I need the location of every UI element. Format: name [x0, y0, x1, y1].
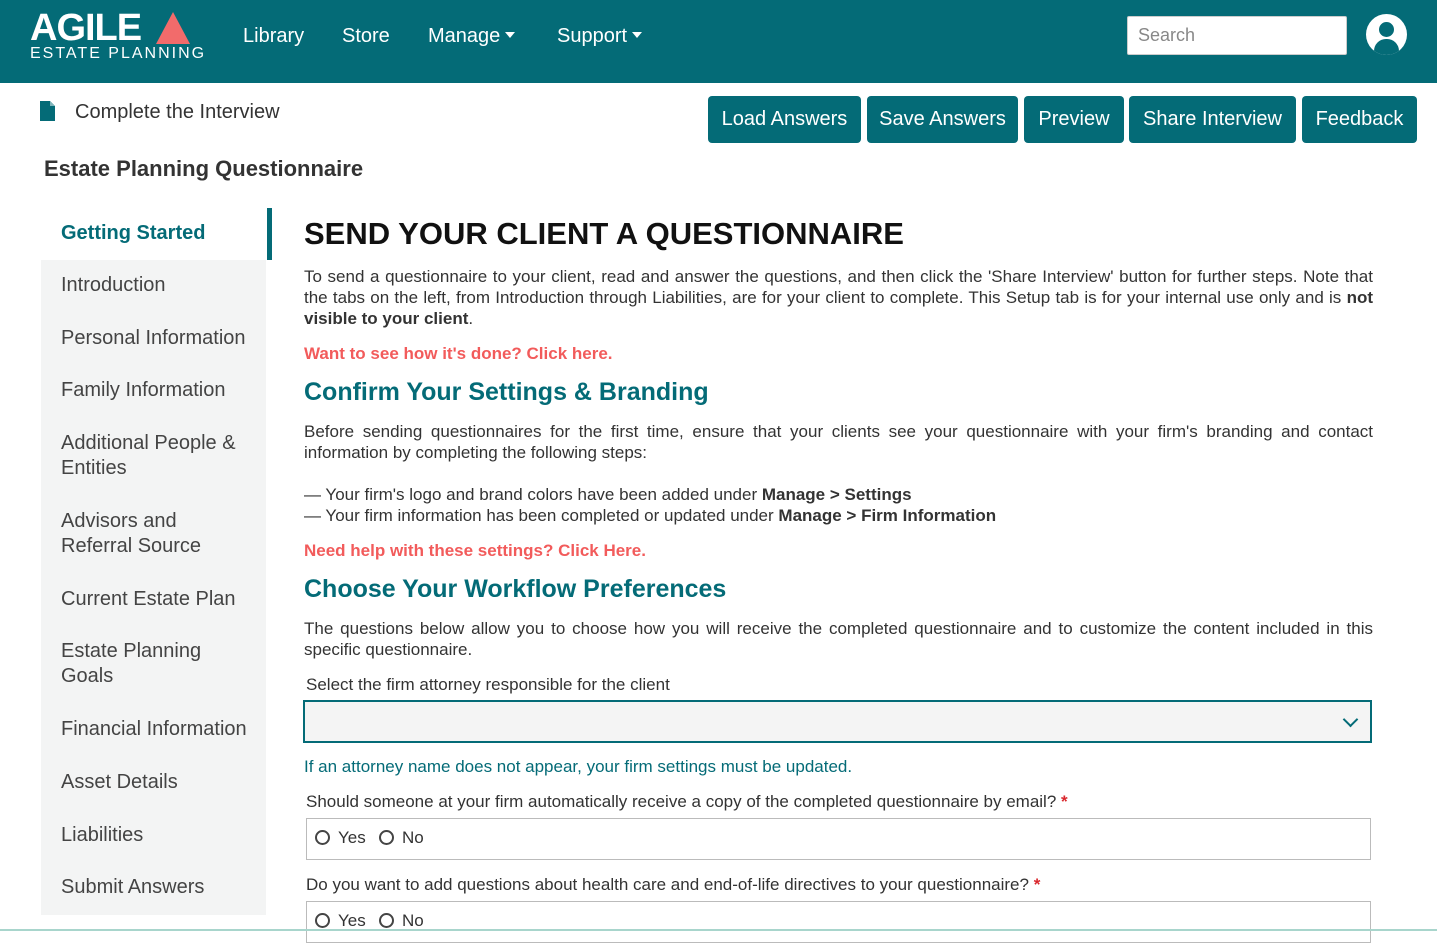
document-icon [40, 101, 55, 121]
nav-support-label: Support [557, 25, 628, 47]
step-logo-branding: — Your firm's logo and brand colors have… [304, 484, 912, 505]
step-text: — Your firm information has been complet… [304, 506, 779, 525]
question-text: Do you want to add questions about healt… [306, 875, 1029, 894]
logo-subtext: ESTATE PLANNING [30, 45, 207, 62]
sidebar-item-liabilities[interactable]: Liabilities [61, 823, 261, 848]
feedback-button[interactable]: Feedback [1302, 96, 1417, 143]
email-copy-yes-radio[interactable] [315, 830, 330, 845]
breadcrumb: Complete the Interview [75, 101, 280, 123]
help-settings-link[interactable]: Need help with these settings? Click Her… [304, 540, 646, 561]
sidebar-item-introduction[interactable]: Introduction [61, 273, 261, 298]
health-care-question: Do you want to add questions about healt… [306, 874, 1040, 895]
bottom-divider [0, 929, 1437, 931]
required-asterisk: * [1061, 792, 1068, 811]
sidebar-item-asset-details[interactable]: Asset Details [61, 770, 261, 795]
agile-logo[interactable]: AGILE ESTATE PLANNING [30, 7, 204, 68]
health-care-yes-label[interactable]: Yes [338, 910, 366, 931]
logo-wordmark: AGILE [30, 7, 142, 49]
sidebar-item-getting-started[interactable]: Getting Started [61, 221, 261, 246]
settings-paragraph: Before sending questionnaires for the fi… [304, 422, 1373, 462]
avatar-head [1379, 22, 1394, 37]
sidebar [41, 208, 266, 915]
workflow-heading: Choose Your Workflow Preferences [304, 575, 727, 603]
caret-down-icon [505, 31, 516, 38]
manage-settings-path: Manage > Settings [761, 485, 912, 504]
intro-text: To send a questionnaire to your client, … [304, 267, 1373, 307]
main-heading: SEND YOUR CLIENT A QUESTIONNAIRE [304, 216, 904, 251]
email-copy-no-radio[interactable] [379, 830, 394, 845]
attorney-hint: If an attorney name does not appear, you… [304, 757, 853, 776]
required-asterisk: * [1033, 875, 1041, 894]
step-firm-information: — Your firm information has been complet… [304, 505, 996, 526]
manage-firm-info-path: Manage > Firm Information [778, 506, 997, 525]
nav-support[interactable]: Support [557, 24, 643, 48]
sidebar-item-estate-planning-goals[interactable]: Estate Planning Goals [61, 639, 221, 689]
email-copy-question: Should someone at your firm automaticall… [306, 791, 1068, 812]
email-copy-radio-group: Yes No [306, 818, 1371, 860]
user-avatar-icon[interactable] [1366, 14, 1407, 55]
health-care-no-radio[interactable] [379, 913, 394, 928]
sidebar-item-financial-information[interactable]: Financial Information [61, 717, 261, 742]
avatar-shoulders [1374, 39, 1399, 55]
health-care-no-label[interactable]: No [402, 910, 424, 931]
chevron-down-icon [1342, 711, 1359, 728]
sidebar-item-personal-information[interactable]: Personal Information [61, 326, 261, 351]
nav-library[interactable]: Library [243, 24, 304, 48]
demo-link[interactable]: Want to see how it's done? Click here. [304, 343, 613, 364]
save-answers-button[interactable]: Save Answers [867, 96, 1018, 143]
load-answers-button[interactable]: Load Answers [708, 96, 861, 143]
sidebar-item-current-estate-plan[interactable]: Current Estate Plan [61, 587, 261, 612]
attorney-select-label: Select the firm attorney responsible for… [306, 675, 670, 694]
settings-heading: Confirm Your Settings & Branding [304, 378, 709, 406]
email-copy-no-label[interactable]: No [402, 827, 424, 848]
nav-store[interactable]: Store [342, 24, 390, 48]
sidebar-item-advisors[interactable]: Advisors and Referral Source [61, 509, 221, 559]
health-care-radio-group: Yes No [306, 901, 1371, 943]
intro-end: . [468, 309, 474, 328]
sidebar-item-submit-answers[interactable]: Submit Answers [61, 875, 261, 900]
top-navbar: AGILE ESTATE PLANNING Library Store Mana… [0, 0, 1437, 83]
caret-down-icon [632, 31, 643, 38]
sidebar-item-additional-people[interactable]: Additional People & Entities [61, 431, 241, 481]
preview-button[interactable]: Preview [1024, 96, 1124, 143]
nav-manage-label: Manage [428, 25, 501, 47]
share-interview-button[interactable]: Share Interview [1129, 96, 1296, 143]
workflow-paragraph: The questions below allow you to choose … [304, 619, 1373, 659]
step-text: — Your firm's logo and brand colors have… [304, 485, 762, 504]
logo-triangle-icon [156, 12, 190, 44]
page-title: Estate Planning Questionnaire [44, 156, 364, 181]
attorney-select[interactable] [303, 700, 1372, 743]
question-text: Should someone at your firm automaticall… [306, 792, 1057, 811]
email-copy-yes-label[interactable]: Yes [338, 827, 366, 848]
intro-paragraph: To send a questionnaire to your client, … [304, 266, 1373, 329]
health-care-yes-radio[interactable] [315, 913, 330, 928]
search-input[interactable] [1127, 16, 1347, 55]
nav-manage[interactable]: Manage [428, 24, 516, 48]
sidebar-item-family-information[interactable]: Family Information [61, 378, 261, 403]
